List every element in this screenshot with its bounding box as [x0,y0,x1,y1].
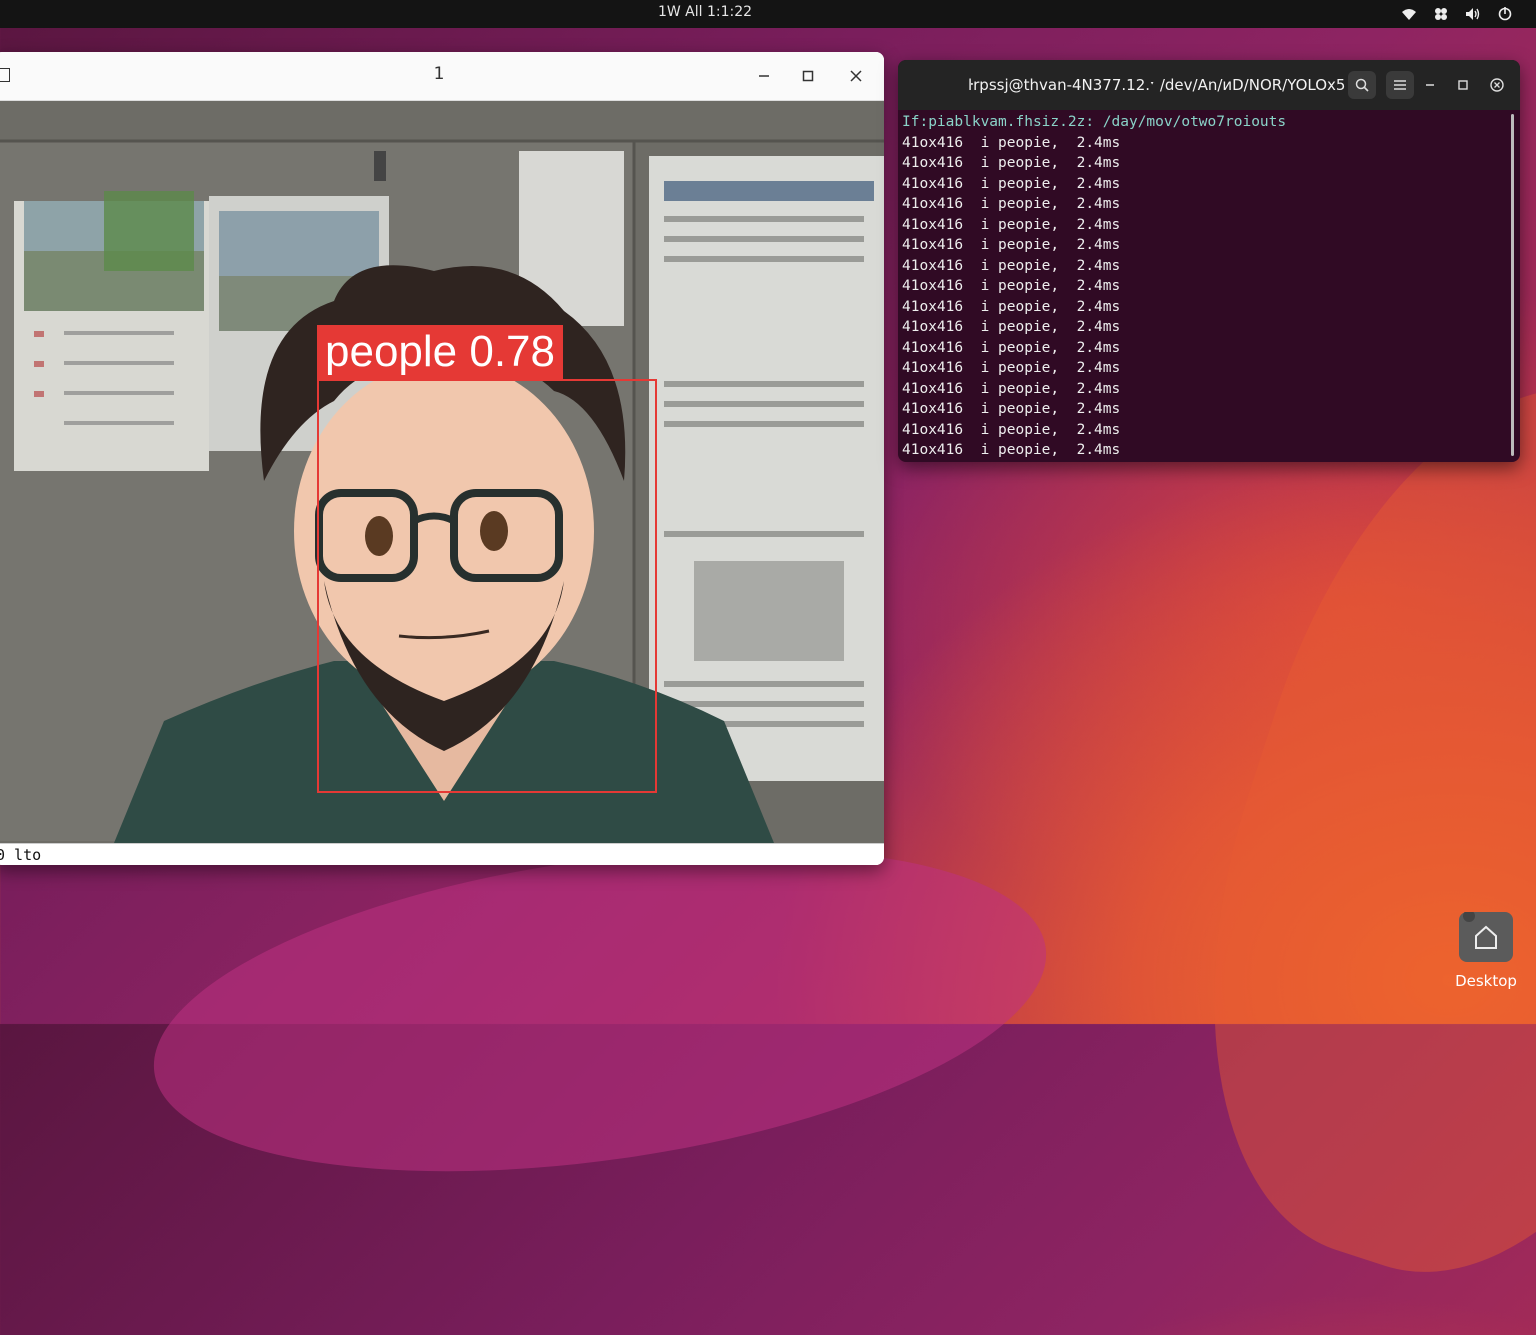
terminal-prompt: If:piablkvam.fhsiz.2z: /day/mov/otwo7roi… [902,114,1287,130]
power-icon[interactable] [1496,5,1514,23]
terminal-scrollbar[interactable] [1511,114,1514,456]
wifi-icon[interactable] [1400,5,1418,23]
wallpaper-shape [1123,324,1536,1335]
volume-icon[interactable] [1464,5,1482,23]
close-button[interactable] [842,62,870,90]
terminal-line: 41ox416 i peopie, 2.4ms [902,257,1121,274]
terminal-output[interactable]: If:piablkvam.fhsiz.2z: /day/mov/otwo7roi… [902,112,1504,461]
terminal-line: 41ox416 i peopie, 2.4ms [902,442,1121,458]
terminal-line: 41ox416 i peopie, 2.4ms [902,134,1121,151]
maximize-button[interactable] [794,62,822,90]
home-folder-icon [1459,910,1513,962]
terminal-line: 41ox416 i peopie, 2.4ms [902,196,1121,212]
terminal-line: 41ox416 i peopie, 2.4ms [902,298,1121,315]
minimize-button[interactable] [1416,71,1444,99]
desktop-shortcut-label: Desktop [1455,972,1517,990]
desktop-shortcut[interactable]: Desktop [1446,910,1526,990]
terminal-line: 41ox416 i peopie, 2.4ms [902,175,1121,192]
terminal-line: 41ox416 i peopie, 2.4ms [902,237,1121,253]
terminal-line: 41ox416 i peopie, 2.4ms [902,380,1121,397]
search-icon[interactable] [1348,71,1376,99]
window-titlebar[interactable]: 1 [0,52,884,101]
terminal-title: ŀrpssj@thvan-4N377.12.ˑ /dev/An/иD/NOR/Y… [968,76,1346,94]
clock[interactable]: 1W All 1:1:22 [0,4,1410,20]
system-tray[interactable] [1400,5,1514,23]
detection-label: people 0.78 [317,325,563,379]
terminal-line: 41ox416 i peopie, 2.4ms [902,278,1121,294]
close-button[interactable] [1483,71,1511,99]
terminal-titlebar[interactable]: ŀrpssj@thvan-4N377.12.ˑ /dev/An/иD/NOR/Y… [898,60,1520,110]
network-icon[interactable] [1432,5,1450,23]
terminal-line: 41ox416 i peopie, 2.4ms [902,360,1121,376]
terminal-line: 41ox416 i peopie, 2.4ms [902,421,1121,438]
image-viewer-window: 1 people 0.78 0 lto [0,52,884,865]
terminal-line: 41ox416 i peopie, 2.4ms [902,155,1121,171]
terminal-line: 41ox416 i peopie, 2.4ms [902,216,1121,233]
menu-icon[interactable] [1386,71,1414,99]
terminal-line: 41ox416 i peopie, 2.4ms [902,319,1121,335]
maximize-button[interactable] [1449,71,1477,99]
terminal-window: ŀrpssj@thvan-4N377.12.ˑ /dev/An/иD/NOR/Y… [898,60,1520,462]
terminal-line: 41ox416 i peopie, 2.4ms [902,401,1121,417]
minimize-button[interactable] [750,62,778,90]
top-bar: 1W All 1:1:22 [0,0,1536,28]
detection-box [317,379,657,793]
status-bar: 0 lto [0,843,884,865]
terminal-line: 41ox416 i peopie, 2.4ms [902,339,1121,356]
